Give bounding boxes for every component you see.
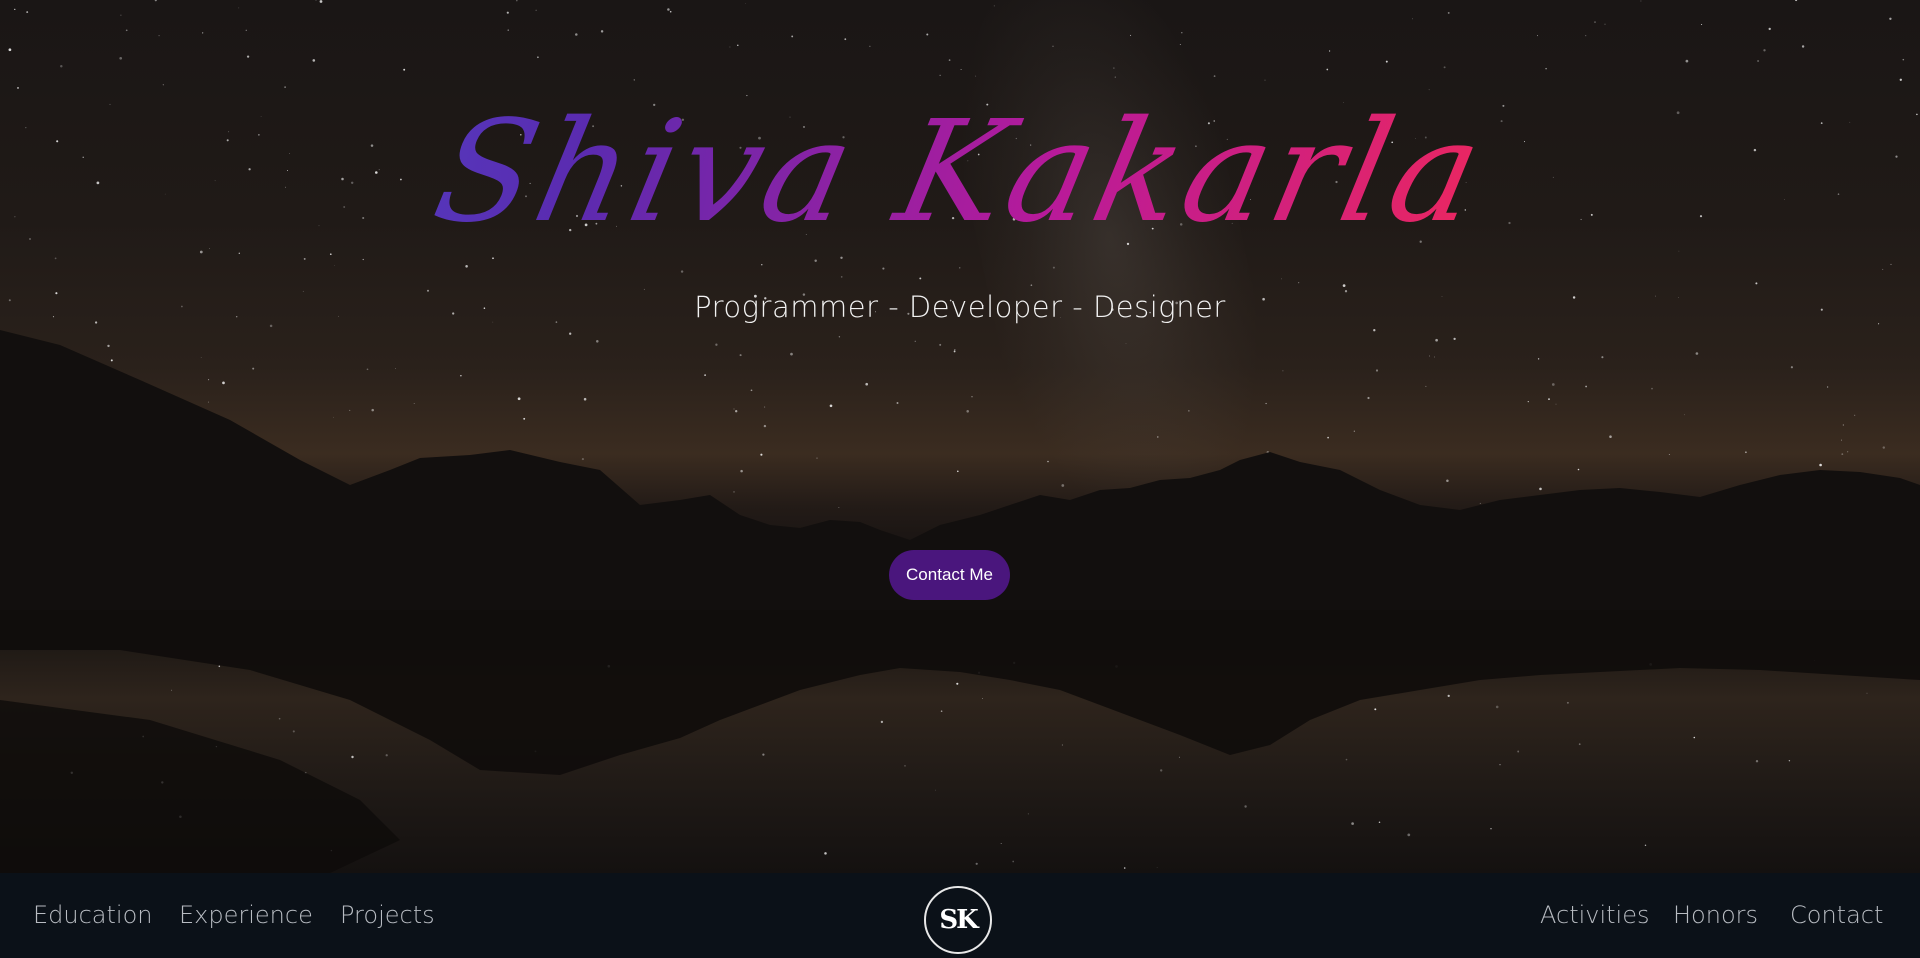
nav-experience[interactable]: Experience [179,873,313,958]
hero-tagline: Programmer - Developer - Designer [694,290,1226,324]
hero-name: Shiva Kakarla [0,78,1920,268]
contact-me-button[interactable]: Contact Me [889,550,1010,600]
hero-section: Shiva Kakarla Programmer - Developer - D… [0,0,1920,873]
nav-honors[interactable]: Honors [1673,873,1758,958]
nav-education[interactable]: Education [33,873,152,958]
nav-contact[interactable]: Contact [1790,873,1883,958]
bottom-navbar: Education Experience Projects SK Activit… [0,873,1920,958]
sk-logo[interactable]: SK [924,886,992,954]
nav-activities[interactable]: Activities [1540,873,1650,958]
nav-projects[interactable]: Projects [340,873,435,958]
